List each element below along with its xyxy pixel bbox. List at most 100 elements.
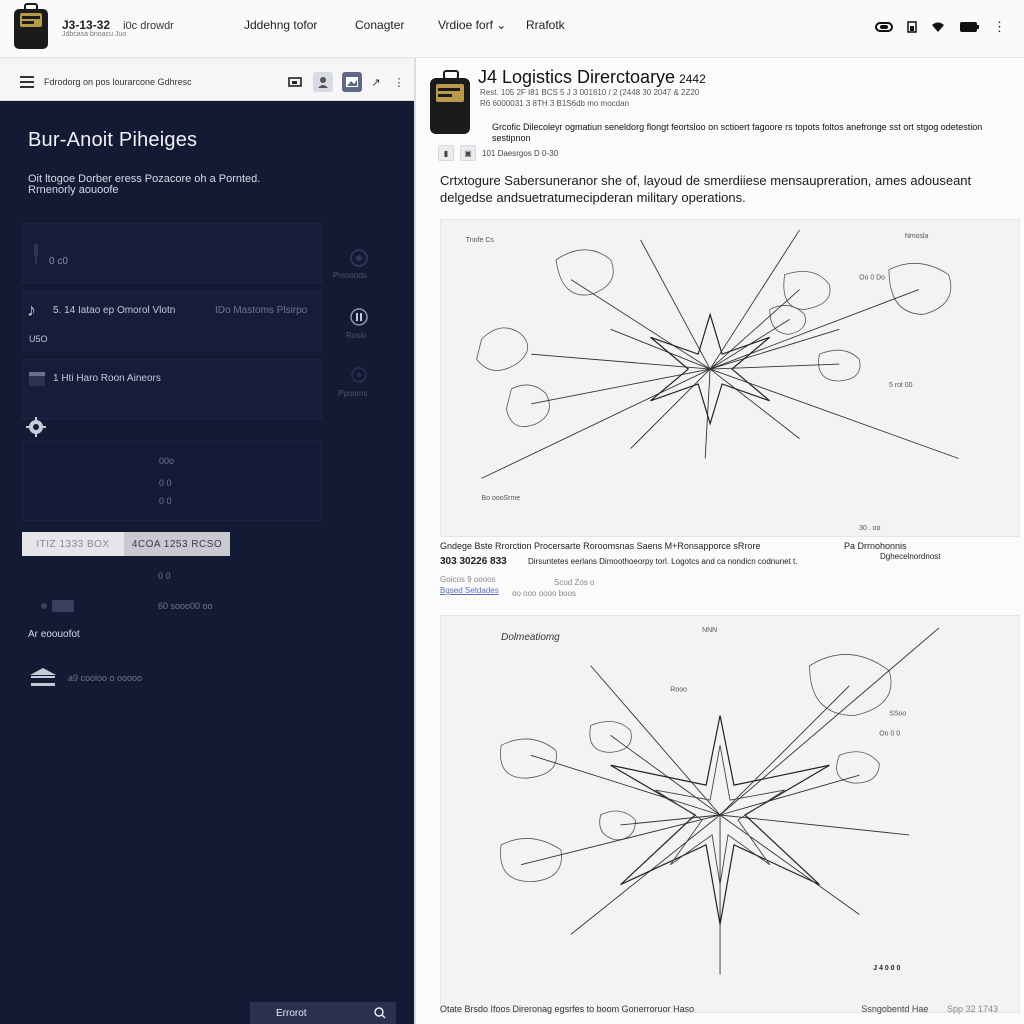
left-toolbar: Fdrodorg on pos lourarcone Gdhresc ↗ ⋮ [0,64,414,101]
session-dir[interactable]: i0c drowdr [123,20,174,32]
caption1-code: 303 30226 833 [440,556,507,567]
document-note: Grcofic Dilecoleyr ogmatiun seneldorg fl… [492,122,983,143]
nav-item-3-dropdown[interactable]: Vrdioe forf ⌄ [438,18,506,32]
image-icon [346,77,358,87]
segment-option-1[interactable]: ITIZ 1333 BOX [22,532,124,556]
session-meta: J3-13-32 i0c drowdr Jdbcasa bnoacu Juo [62,18,174,38]
top-bar: J3-13-32 i0c drowdr Jdbcasa bnoacu Juo J… [0,0,1024,58]
figure2-caption-right-2: Spp 32 1743 [946,1004,998,1014]
stat-value-3: 0 0 [159,496,172,506]
menu-icon[interactable] [20,76,34,88]
more-vertical-icon[interactable]: ⋮ [993,20,1006,33]
caption1-right: Pa Drrnohonnis [844,541,907,551]
network-map-figure-2[interactable]: Dolmeatiomg NNN Rooo SSoo Oo 0 0 J 4 0 0… [440,615,1020,1013]
segment-option-2[interactable]: 4COA 1253 RCSO [124,532,230,556]
session-sub: Jdbcasa bnoacu Juo [62,31,127,38]
print-icon: ▣ [464,148,472,158]
user-button[interactable] [313,72,333,92]
stat-value-1: 00o [159,456,175,466]
panel-description: Oit ltogoe Dorber eress Pozacore oh a Po… [28,174,308,196]
music-sub: U5O [29,334,48,344]
user-icon [318,77,328,88]
status-tray: ⋮ [875,19,1006,35]
card-value-text: 0 c0 [49,256,68,267]
document-view: J4 Logistics Direrctoarye 2442 Rest. 105 … [416,58,1024,1024]
figure1-label-1: Tnofe Cs [466,237,495,244]
calendar-icon [29,372,45,386]
footer-hint: a9 cooloo o ooooo [68,673,143,683]
account-label[interactable]: Ar eoouofot [28,629,80,640]
caption1-link[interactable]: Bgsed Setdades [440,586,499,595]
figure2-caption: Otate Brsdo Ifoos Direronag egsrfes to b… [440,1004,695,1014]
figure1-label-5: Nmosla [905,233,929,240]
bottom-action-button[interactable]: Errorot [250,1002,396,1024]
figure1-label-2: 5 rot 00 [889,382,913,389]
figure2-label-4: Oo 0 0 [879,730,900,737]
document-title-text: J4 Logistics Direrctoarye [478,67,676,87]
caption1-line4: oo ooo oooo boos [512,589,577,598]
more-vertical-icon: ⋮ [393,76,405,89]
bookmark-icon: ▮ [443,148,449,158]
figure2-caption-right: Ssngobentd Hae Spp 32 1743 [861,1004,998,1014]
bank-icon[interactable] [28,667,58,687]
side-label-2: Roslo [346,331,367,340]
briefcase-app-icon[interactable] [6,3,54,53]
nav-item-2[interactable]: Conagter [355,18,404,32]
more-button[interactable]: ⋮ [389,72,409,92]
link-icon[interactable] [875,22,893,32]
stat-value-4: 0 0 [158,571,171,581]
pause-icon[interactable] [350,308,368,326]
music-title: 5. 14 Iatao ep Omorol Vlotn [53,305,176,316]
side-label-1: Prsoonds [333,271,367,280]
stat-value-2: 0 0 [159,478,172,488]
cast-button[interactable] [285,72,305,92]
panel-title: Bur-Anoit Piheiges [28,129,198,151]
document-title: J4 Logistics Direrctoarye 2442 [478,67,706,88]
figure2-caption-right-1: Ssngobentd Hae [861,1004,929,1014]
document-actions-text: 101 Daesrgos D 0-30 [482,148,559,158]
caption1-line2: Dirsuntetes eerlans Dimoothoeorpy torl. … [528,557,798,566]
network-map-figure-1[interactable]: Tnofe Cs 5 rot 00 Oo 0 Do 30 . oo Nmosla… [440,219,1020,537]
settings-icon[interactable] [350,249,368,267]
network-map-1-illustration: Tnofe Cs 5 rot 00 Oo 0 Do 30 . oo Nmosla… [466,229,959,532]
print-button[interactable]: ▣ [460,145,476,161]
figure1-label-6: Bo oooSrme [482,495,521,502]
microphone-icon [34,244,38,264]
document-title-number: 2442 [679,72,706,86]
nav-item-3-label: Vrdioe forf [438,18,493,32]
figure2-title: Dolmeatiomg [501,632,560,643]
figure1-label-3: Oo 0 Do [859,275,885,282]
cast-icon [288,77,302,87]
wifi-icon[interactable] [931,22,945,32]
toggle-icon[interactable] [38,597,78,615]
card-gallery[interactable]: 1 Hti Haro Roon Aineors [22,359,322,419]
bookmark-button[interactable]: ▮ [438,145,454,161]
document-actions: ▮ ▣ 101 Daesrgos D 0-30 [438,144,558,162]
caption1-line1: Gndege Bste Rrorction Procersarte Roroom… [440,541,761,551]
share-button[interactable]: ↗ [366,72,386,92]
nav-item-4[interactable]: Rrafotk [526,18,565,32]
search-icon [374,1007,386,1019]
nav-item-1[interactable]: Jddehng tofor [244,18,317,32]
battery-icon[interactable] [907,21,917,33]
figure1-label-4: 30 . oo [859,525,880,532]
left-panel: Bur-Anoit Piheiges Oit ltogoe Dorber ere… [0,101,414,1024]
panel-description-line2: Rrnenorly aouoofe [28,184,119,196]
battery-full-icon[interactable] [959,21,979,33]
gear-icon[interactable] [26,417,46,437]
card-stats: 00o 0 0 0 0 [22,441,322,521]
document-meta-1: Rest. 105 2F I81 BCS 5 J 3 001610 / 2 (2… [480,88,700,97]
caption1-right2[interactable]: Dghecelnordnost [880,552,940,561]
document-label: Fdrodorg on pos lourarcone Gdhresc [44,77,192,87]
location-icon[interactable] [350,366,368,384]
side-label-3: Ppooms [338,389,368,398]
share-icon: ↗ [371,76,381,89]
card-music[interactable]: ♪ 5. 14 Iatao ep Omorol Vlotn IDo Mastom… [22,291,322,351]
caption1-line3a: Goicos 9 oooos [440,575,496,584]
card-value[interactable]: 0 c0 [22,223,322,283]
image-button[interactable] [342,72,362,92]
document-meta-2: R6 6000031 3 8TH 3 B1S6db mo mocdan [480,99,629,108]
document-thumbnail-icon[interactable] [424,66,480,138]
figure2-label-5: J 4 0 0 0 [873,965,900,972]
music-right: IDo Mastoms Plsirpo [215,305,308,316]
